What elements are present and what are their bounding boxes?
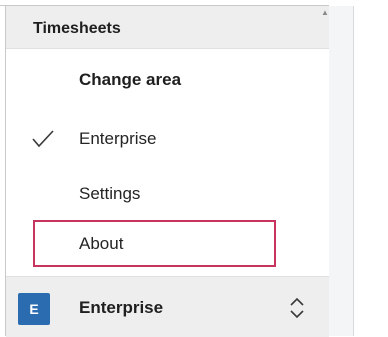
content-divider	[353, 6, 354, 336]
menu-item-settings[interactable]: Settings	[6, 169, 329, 219]
page-title: Timesheets	[33, 20, 121, 37]
chevron-up-down-icon[interactable]	[287, 297, 307, 319]
area-switcher-footer[interactable]: E Enterprise	[6, 276, 329, 337]
menu-title: Change area	[79, 70, 182, 89]
caret-up-icon: ▲	[321, 8, 329, 17]
focus-outline	[33, 220, 276, 267]
area-avatar: E	[18, 293, 50, 325]
menu-item-label: Enterprise	[79, 129, 157, 148]
panel-header: Timesheets	[6, 6, 329, 49]
area-switcher-panel: Timesheets ▲ Change area Enterprise Sett…	[6, 6, 329, 337]
scroll-up-indicator[interactable]: ▲	[319, 6, 329, 42]
current-area-label: Enterprise	[79, 298, 164, 317]
menu-item-enterprise[interactable]: Enterprise	[6, 114, 329, 164]
content-gutter	[329, 6, 353, 336]
menu-item-label: Settings	[79, 184, 141, 203]
checkmark-icon	[32, 130, 54, 148]
